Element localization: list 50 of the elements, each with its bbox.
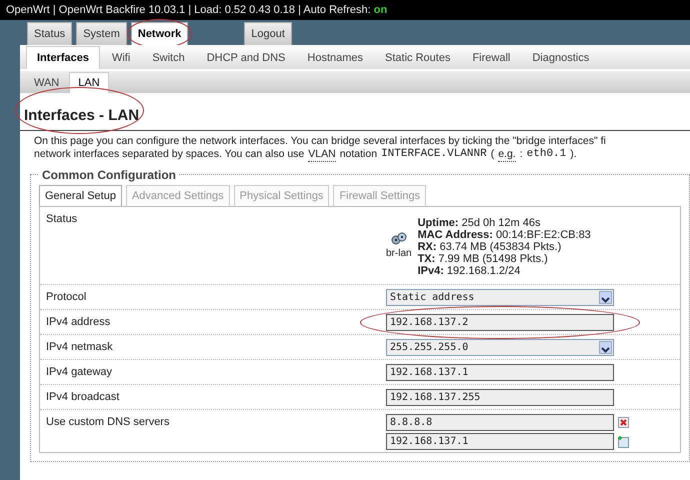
description-text: notation bbox=[340, 148, 378, 162]
input-field[interactable]: 8.8.8.8 bbox=[386, 414, 614, 431]
input-field[interactable]: 192.168.137.2 bbox=[386, 314, 614, 331]
dropdown-field[interactable]: Static address bbox=[386, 289, 614, 306]
status-line: IPv4: 192.168.1.2/24 bbox=[418, 264, 522, 276]
menu-tab[interactable]: Status bbox=[27, 22, 72, 45]
code-text: eth0.1 bbox=[526, 148, 566, 162]
menu-tab[interactable]: System bbox=[76, 22, 127, 45]
interface-tab[interactable]: WAN bbox=[26, 72, 68, 93]
field-label: IPv4 broadcast bbox=[46, 390, 120, 405]
abbreviation: VLAN bbox=[308, 148, 336, 162]
interface-tab[interactable]: LAN bbox=[69, 72, 109, 93]
menu-tab[interactable]: Network bbox=[130, 22, 188, 45]
submenu-tab[interactable]: Firewall bbox=[462, 46, 520, 69]
submenu-tab[interactable]: Interfaces bbox=[26, 46, 100, 69]
network-bridge-icon bbox=[390, 232, 407, 246]
field-label: Protocol bbox=[46, 290, 88, 305]
description-text: On this page you can configure the network interfaces. You can bridge several interfaces by ticking the "bridge interfaces" fi bbox=[34, 134, 606, 148]
field-label: IPv4 address bbox=[46, 315, 112, 330]
description-text: ( bbox=[490, 148, 494, 162]
section-tab[interactable]: General Setup bbox=[39, 184, 122, 206]
input-field[interactable]: 192.168.137.1 bbox=[386, 433, 614, 450]
field-label: Status bbox=[46, 212, 78, 227]
submenu-tab[interactable]: Diagnostics bbox=[522, 46, 600, 69]
input-field[interactable]: 192.168.137.255 bbox=[386, 389, 614, 406]
add-icon[interactable] bbox=[618, 436, 629, 448]
remove-icon[interactable] bbox=[618, 417, 629, 428]
page-title: Interfaces - LAN bbox=[24, 106, 140, 126]
code-text: INTERFACE.VLANNR bbox=[381, 148, 487, 162]
submenu-tab[interactable]: Hostnames bbox=[297, 46, 374, 69]
field-label: IPv4 netmask bbox=[46, 340, 114, 355]
submenu-tab[interactable]: Switch bbox=[142, 46, 195, 69]
submenu-tab[interactable]: Wifi bbox=[102, 46, 140, 69]
status-line: MAC Address: 00:14:BF:E2:CB:83 bbox=[418, 228, 591, 240]
field-label: IPv4 gateway bbox=[46, 365, 114, 380]
submenu-tab[interactable]: DHCP and DNS bbox=[196, 46, 296, 69]
menu-tab[interactable]: Logout bbox=[244, 22, 292, 45]
submenu-tab[interactable]: Static Routes bbox=[375, 46, 460, 69]
description-text: ). bbox=[570, 148, 577, 162]
abbreviation: e.g. bbox=[498, 148, 516, 162]
status-line: Uptime: 25d 0h 12m 46s bbox=[418, 216, 542, 228]
dropdown-field[interactable]: 255.255.255.0 bbox=[386, 339, 614, 356]
device-name: br-lan bbox=[386, 247, 412, 261]
description-text: : bbox=[520, 148, 523, 162]
input-field[interactable]: 192.168.137.1 bbox=[386, 364, 614, 381]
status-header: OpenWrt | OpenWrt Backfire 10.03.1 | Load: 0.52 0.43 0.18 | Auto Refresh: on bbox=[0, 0, 690, 20]
description-text: network interfaces separated by spaces. You can also use bbox=[34, 148, 304, 162]
field-label: Use custom DNS servers bbox=[46, 415, 170, 430]
status-line: RX: 63.74 MB (453834 Pkts.) bbox=[418, 240, 562, 252]
status-line: TX: 7.99 MB (51498 Pkts.) bbox=[418, 252, 549, 264]
